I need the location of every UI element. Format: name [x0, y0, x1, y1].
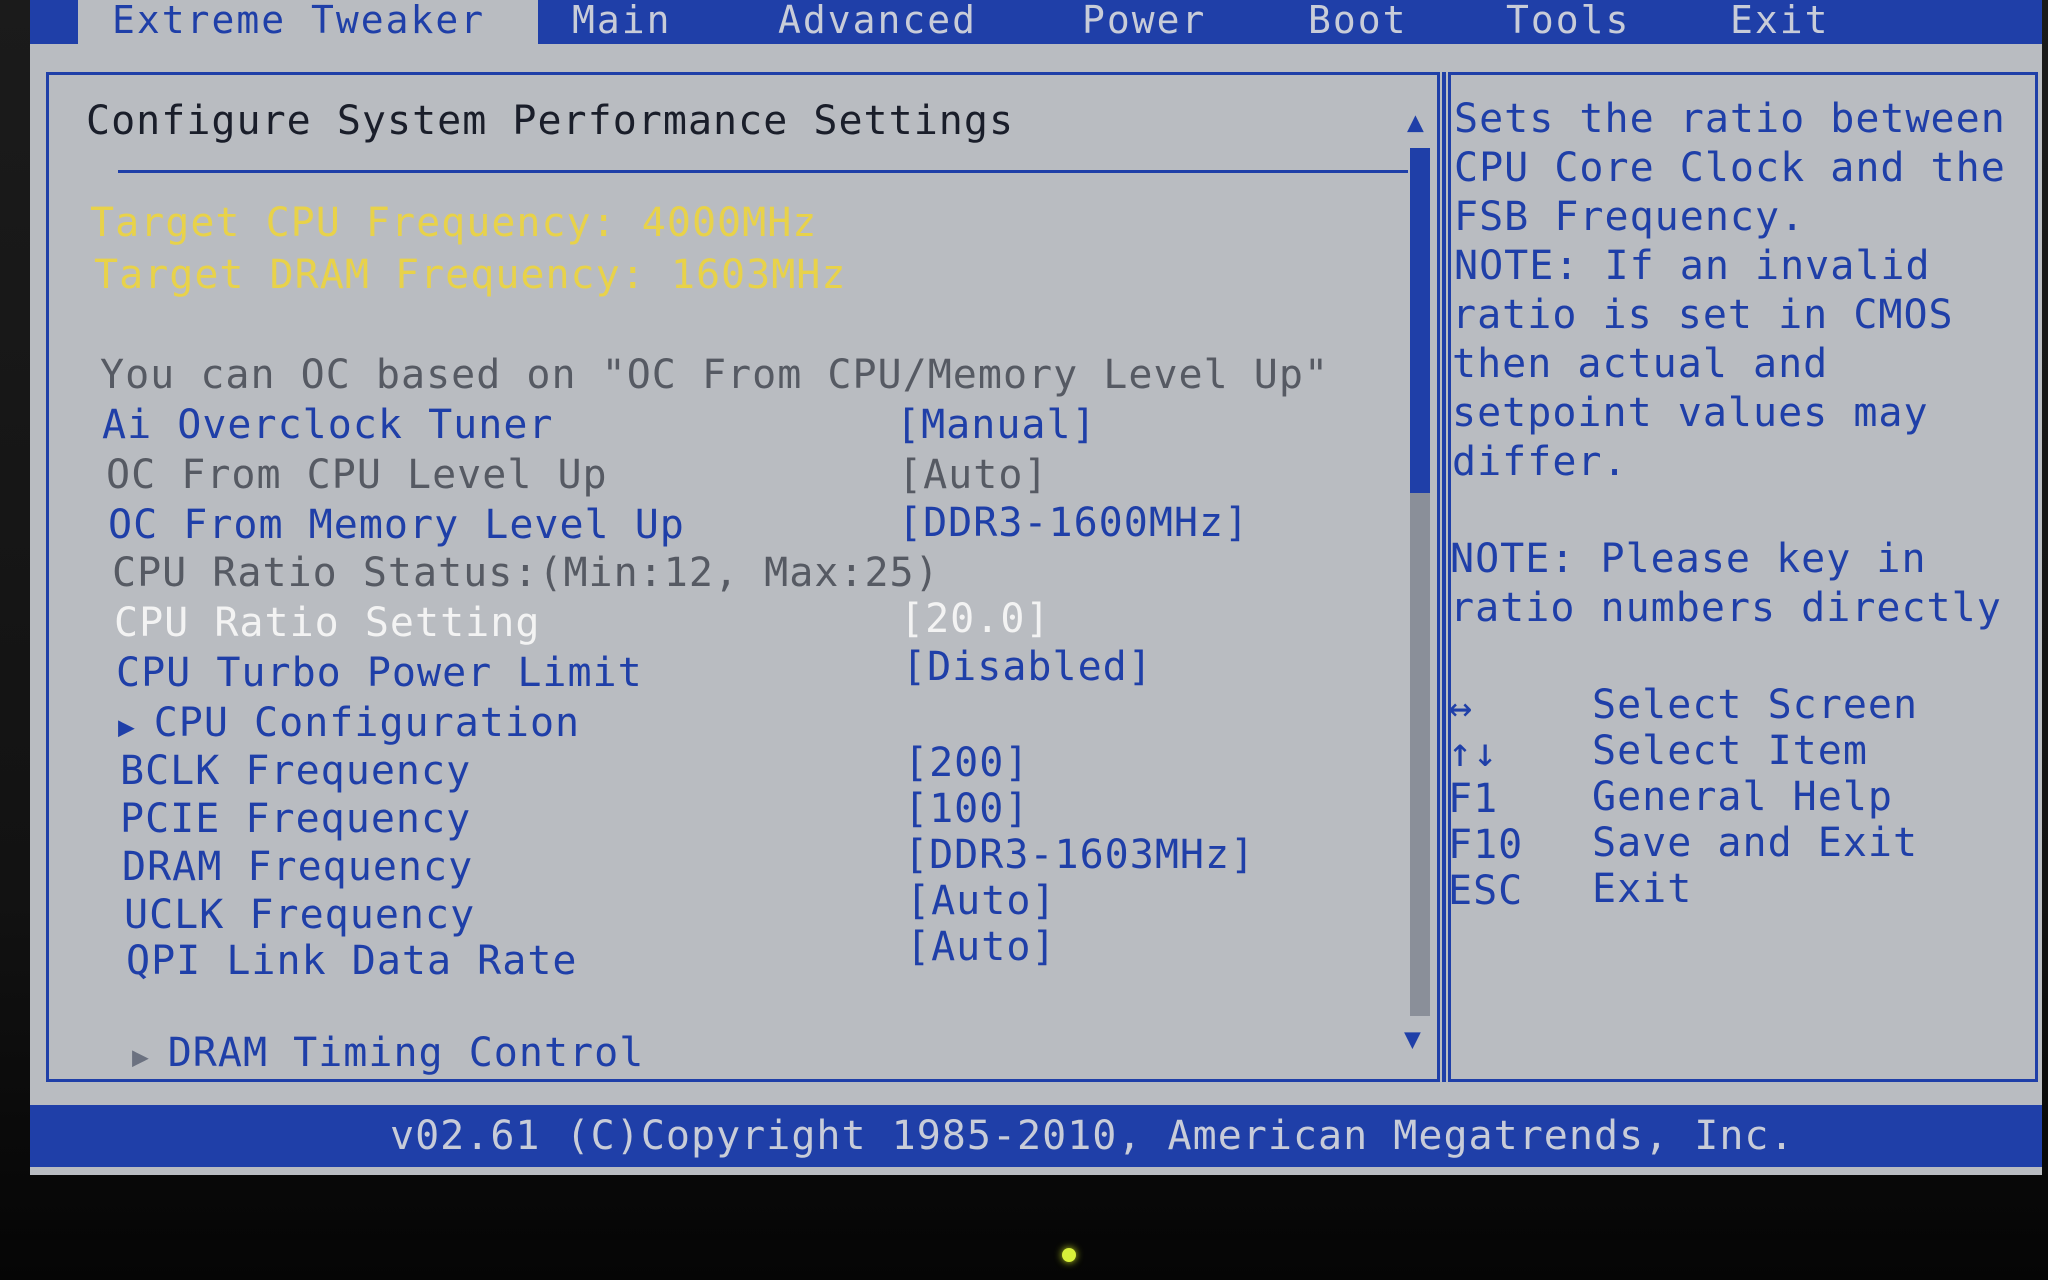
help-line: CPU Core Clock and the: [1454, 145, 2006, 191]
setting-cpu-ratio-value[interactable]: [20.0]: [900, 596, 1051, 642]
setting-cpu-turbo-power-limit-label[interactable]: CPU Turbo Power Limit: [116, 650, 643, 696]
help-line: differ.: [1452, 439, 1628, 485]
setting-ai-overclock-tuner-label[interactable]: Ai Overclock Tuner: [102, 402, 553, 448]
submenu-cpu-configuration[interactable]: ▶ CPU Configuration: [118, 700, 580, 746]
setting-oc-cpu-level-up-value: [Auto]: [898, 452, 1049, 498]
submenu-dram-timing-control-label: DRAM Timing Control: [167, 1030, 645, 1076]
setting-qpi-link-data-rate-label[interactable]: QPI Link Data Rate: [126, 938, 577, 984]
key-desc-general-help: General Help: [1592, 774, 1893, 820]
scroll-down-icon[interactable]: ▼: [1404, 1022, 1421, 1055]
setting-uclk-frequency-value[interactable]: [Auto]: [906, 878, 1057, 924]
setting-uclk-frequency-label[interactable]: UCLK Frequency: [124, 892, 475, 938]
setting-bclk-frequency-value[interactable]: [200]: [904, 740, 1029, 786]
tab-tools[interactable]: Tools: [1506, 0, 1630, 44]
setting-cpu-turbo-power-limit-value[interactable]: [Disabled]: [902, 644, 1153, 690]
key-desc-save-and-exit: Save and Exit: [1592, 820, 1919, 866]
help-line: then actual and: [1452, 341, 1829, 387]
help-line: Sets the ratio between: [1454, 96, 2006, 142]
setting-bclk-frequency-label[interactable]: BCLK Frequency: [120, 748, 471, 794]
setting-oc-memory-level-up-value[interactable]: [DDR3-1600MHz]: [898, 500, 1249, 546]
setting-cpu-ratio-label[interactable]: CPU Ratio Setting: [114, 600, 540, 646]
key-f10: F10: [1448, 822, 1524, 868]
tab-exit[interactable]: Exit: [1730, 0, 1830, 44]
tab-advanced[interactable]: Advanced: [778, 0, 977, 44]
oc-note: You can OC based on "OC From CPU/Memory …: [100, 352, 1330, 398]
key-desc-select-item: Select Item: [1592, 728, 1868, 774]
target-cpu-frequency: Target CPU Frequency: 4000MHz: [90, 200, 818, 246]
tab-main[interactable]: Main: [572, 0, 672, 44]
setting-qpi-link-data-rate-value[interactable]: [Auto]: [906, 924, 1057, 970]
bios-screen: Extreme Tweaker Main Advanced Power Boot…: [30, 0, 2042, 1175]
footer-bar: v02.61 (C)Copyright 1985-2010, American …: [30, 1105, 2042, 1167]
tab-power[interactable]: Power: [1082, 0, 1206, 44]
submenu-arrow-icon: ▶: [132, 1040, 168, 1073]
up-down-arrow-icon: ↑↓: [1448, 730, 1499, 776]
key-f1: F1: [1448, 776, 1499, 822]
scroll-up-icon[interactable]: ▲: [1407, 105, 1424, 138]
power-led-icon: [1062, 1248, 1076, 1262]
setting-dram-frequency-value[interactable]: [DDR3-1603MHz]: [904, 832, 1255, 878]
help-line: ratio numbers directly: [1450, 585, 2002, 631]
scrollbar-thumb[interactable]: [1410, 148, 1430, 493]
help-line: setpoint values may: [1452, 390, 1929, 436]
target-dram-frequency: Target DRAM Frequency: 1603MHz: [94, 252, 847, 298]
setting-oc-memory-level-up-label[interactable]: OC From Memory Level Up: [108, 502, 685, 548]
menu-bar: Extreme Tweaker Main Advanced Power Boot…: [30, 0, 2042, 44]
panel-title: Configure System Performance Settings: [86, 98, 1015, 144]
key-desc-exit: Exit: [1592, 866, 1693, 912]
help-line: ratio is set in CMOS: [1452, 292, 1954, 338]
key-desc-select-screen: Select Screen: [1592, 682, 1919, 728]
submenu-cpu-configuration-label: CPU Configuration: [153, 700, 581, 746]
submenu-dram-timing-control[interactable]: ▶ DRAM Timing Control: [132, 1030, 644, 1076]
cpu-ratio-status: CPU Ratio Status:(Min:12, Max:25): [112, 550, 940, 596]
setting-dram-frequency-label[interactable]: DRAM Frequency: [122, 844, 473, 890]
tab-boot[interactable]: Boot: [1308, 0, 1408, 44]
left-right-arrow-icon: ↔: [1448, 685, 1474, 731]
panel-divider: [1442, 72, 1446, 1082]
setting-pcie-frequency-value[interactable]: [100]: [904, 786, 1029, 832]
copyright-text: v02.61 (C)Copyright 1985-2010, American …: [390, 1113, 1795, 1159]
key-esc: ESC: [1448, 868, 1524, 914]
title-divider: [118, 170, 1408, 173]
help-line: NOTE: If an invalid: [1454, 243, 1931, 289]
setting-ai-overclock-tuner-value[interactable]: [Manual]: [896, 402, 1097, 448]
tab-extreme-tweaker[interactable]: Extreme Tweaker: [78, 0, 538, 44]
help-line: FSB Frequency.: [1454, 194, 1806, 240]
setting-pcie-frequency-label[interactable]: PCIE Frequency: [120, 796, 471, 842]
setting-oc-cpu-level-up-label: OC From CPU Level Up: [106, 452, 608, 498]
submenu-arrow-icon: ▶: [118, 710, 154, 743]
help-line: NOTE: Please key in: [1450, 536, 1927, 582]
